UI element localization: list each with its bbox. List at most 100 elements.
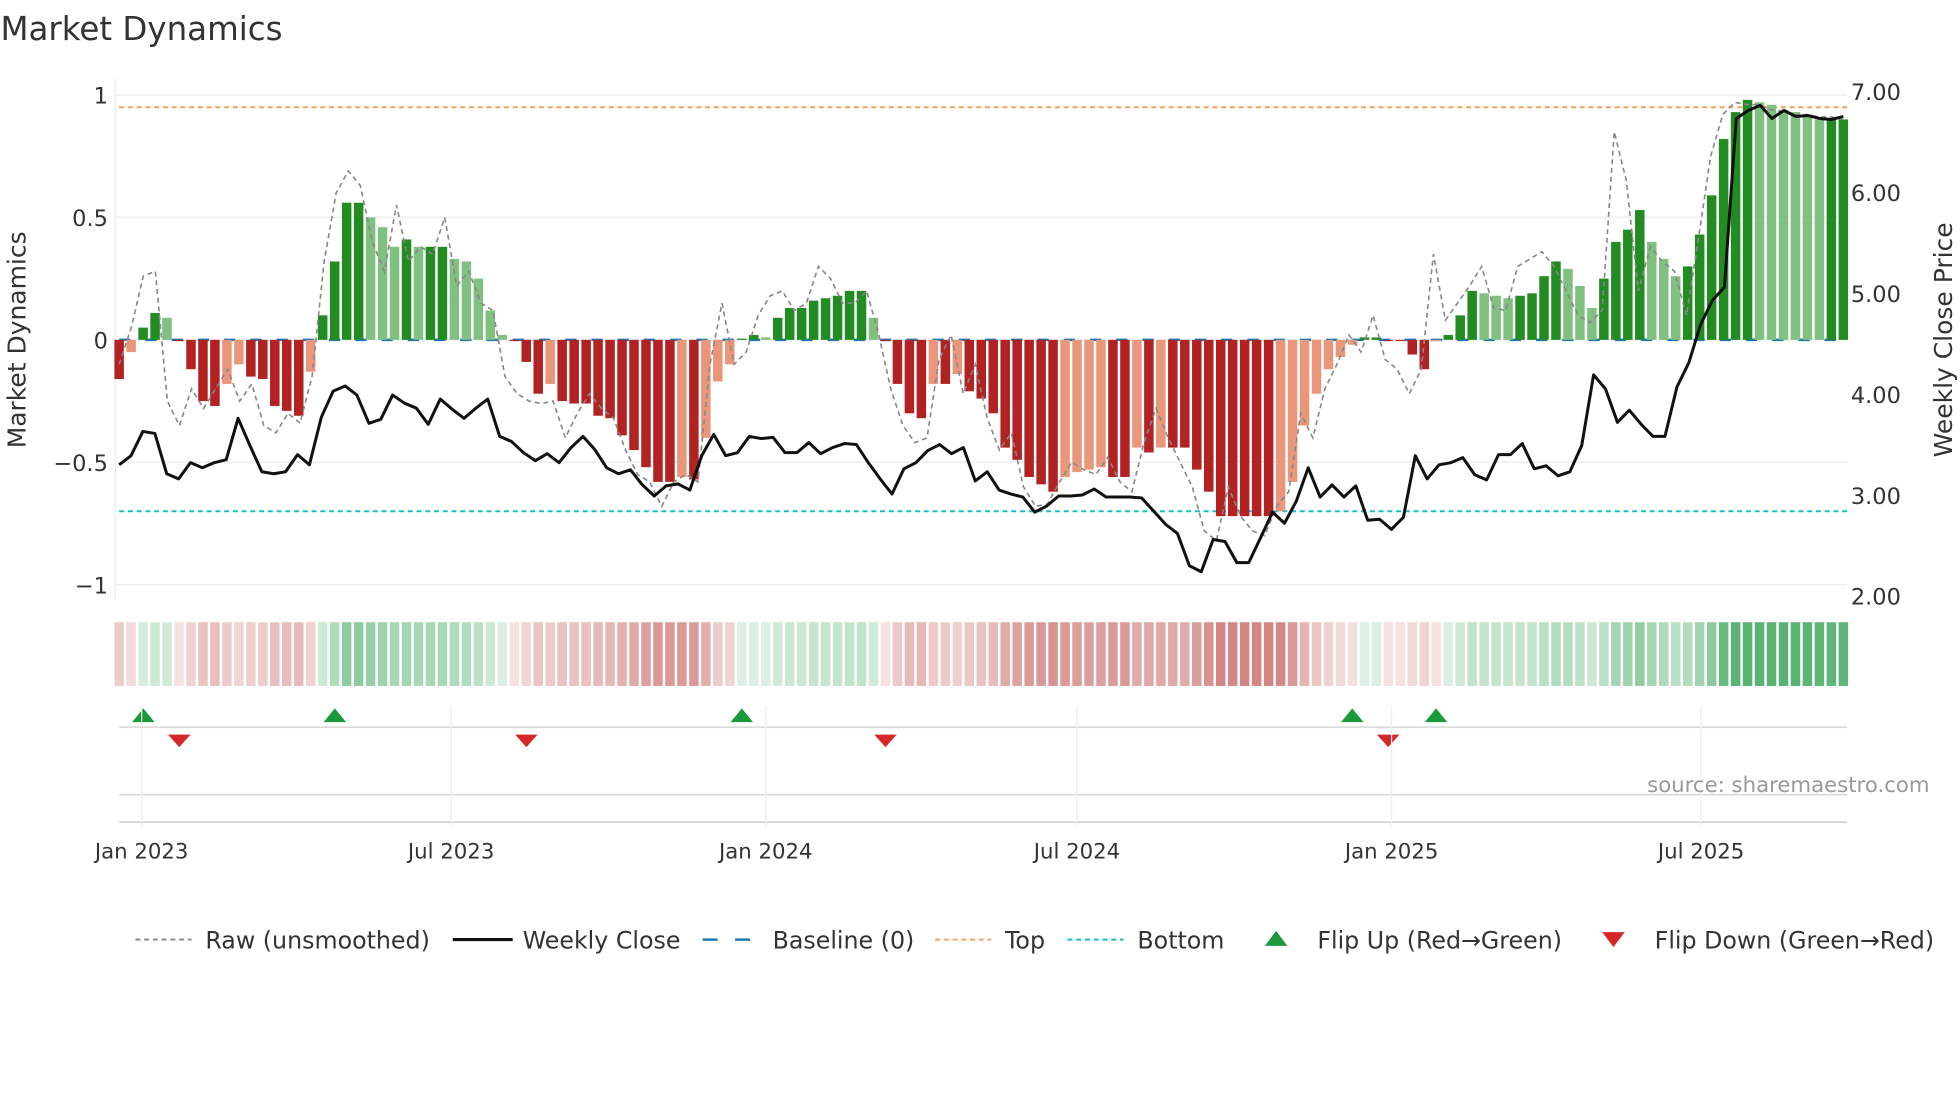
weekly-close-line xyxy=(118,103,1844,574)
bar xyxy=(1180,339,1190,448)
bar xyxy=(689,339,699,480)
bar xyxy=(138,327,148,340)
strip-cell xyxy=(1048,622,1058,686)
x-tick-label: Jul 2024 xyxy=(1032,839,1120,864)
bar xyxy=(317,315,328,340)
strip-cell xyxy=(1419,622,1430,686)
bar xyxy=(1132,339,1142,448)
bar xyxy=(641,339,651,468)
strip-cell xyxy=(1503,622,1513,686)
strip-cell xyxy=(1766,622,1777,686)
bar xyxy=(749,334,759,340)
bar xyxy=(401,239,412,340)
strip-cell xyxy=(737,622,747,686)
strip-cell xyxy=(1814,622,1825,686)
y2-tick-label: 7.00 xyxy=(1851,80,1901,106)
strip-cell xyxy=(1227,622,1238,686)
bar xyxy=(1682,266,1693,340)
strip-cell xyxy=(1742,622,1753,686)
strip-cell xyxy=(1239,622,1250,686)
bar xyxy=(1539,276,1549,340)
bar xyxy=(1000,339,1010,448)
bar xyxy=(1599,278,1609,340)
bar xyxy=(1455,315,1465,340)
market-dynamics-chart: Market Dynamics 1 0.5 0 −0.5 −1 7.00 6.00 5.00… xyxy=(0,10,1958,954)
strip-cell xyxy=(114,622,124,686)
y2-axis-label: Weekly Close Price xyxy=(1929,222,1958,457)
strip-cell xyxy=(425,622,436,686)
strip-cell xyxy=(1335,622,1346,686)
bar xyxy=(904,339,915,414)
bar xyxy=(760,337,771,340)
bar xyxy=(1527,293,1537,340)
strip-cell xyxy=(1371,622,1382,686)
y2-tick-label: 4.00 xyxy=(1851,383,1901,409)
strip-cell xyxy=(377,622,388,686)
bar xyxy=(1623,229,1633,340)
bar xyxy=(126,339,136,353)
y-tick-label: −1 xyxy=(75,573,108,599)
bar xyxy=(892,339,903,384)
strip-cell xyxy=(1311,622,1322,686)
bar xyxy=(928,339,939,384)
bar xyxy=(114,339,124,380)
strip-cell xyxy=(856,622,867,686)
bar xyxy=(1096,339,1106,468)
bar xyxy=(617,339,627,436)
strip-cell xyxy=(1730,622,1741,686)
flip-down-marker xyxy=(168,734,191,748)
strip-cell xyxy=(1096,622,1106,686)
strip-cell xyxy=(1467,622,1477,686)
strip-cell xyxy=(1407,622,1418,686)
y-tick-label: 0 xyxy=(94,329,108,355)
strip-cell xyxy=(1108,622,1118,686)
bar xyxy=(1611,241,1621,340)
strip-cell xyxy=(162,622,172,686)
bar xyxy=(389,246,400,340)
flip-up-marker xyxy=(323,708,347,723)
bar xyxy=(844,290,855,340)
legend-label: Baseline (0) xyxy=(773,926,915,954)
strip-cell xyxy=(186,622,196,686)
strip-cell xyxy=(581,622,591,686)
strip-cell xyxy=(1263,622,1274,686)
bar xyxy=(282,339,292,411)
bars xyxy=(114,99,1849,517)
bar xyxy=(1587,308,1597,340)
bar xyxy=(1048,339,1058,492)
strip-cell xyxy=(1790,622,1801,686)
strip-cell xyxy=(605,622,615,686)
bar xyxy=(964,339,975,392)
strip-cell xyxy=(1395,622,1406,686)
strip-cell xyxy=(222,622,232,686)
strip-cell xyxy=(1670,622,1681,686)
strip-cell xyxy=(1455,622,1465,686)
bar xyxy=(808,300,819,340)
y2-tick-label: 5.00 xyxy=(1851,282,1901,308)
strip-cell xyxy=(353,622,364,686)
strip-cell xyxy=(1180,622,1190,686)
bar xyxy=(1838,119,1849,340)
bar xyxy=(1826,119,1837,340)
bar xyxy=(1706,195,1717,340)
strip-cell xyxy=(1383,622,1394,686)
strip-cell xyxy=(1120,622,1130,686)
strip-cell xyxy=(844,622,855,686)
strip-cell xyxy=(1623,622,1633,686)
y2-tick-label: 3.00 xyxy=(1851,484,1901,510)
bar xyxy=(234,339,244,365)
bar xyxy=(1251,339,1262,517)
bar xyxy=(497,334,508,340)
bar xyxy=(1814,119,1825,340)
bar xyxy=(174,339,184,342)
y-tick-label: 0.5 xyxy=(72,206,108,232)
strip-cell xyxy=(413,622,424,686)
strip-cell xyxy=(270,622,280,686)
x-axis: Jan 2023 Jul 2023 Jan 2024 Jul 2024 Jan 2025… xyxy=(93,705,1744,864)
bar xyxy=(1060,339,1070,477)
strip-cell xyxy=(1287,622,1298,686)
bar xyxy=(437,246,448,340)
y-axis-label: Market Dynamics xyxy=(2,231,31,448)
bar xyxy=(1204,339,1214,492)
bar xyxy=(880,339,891,342)
